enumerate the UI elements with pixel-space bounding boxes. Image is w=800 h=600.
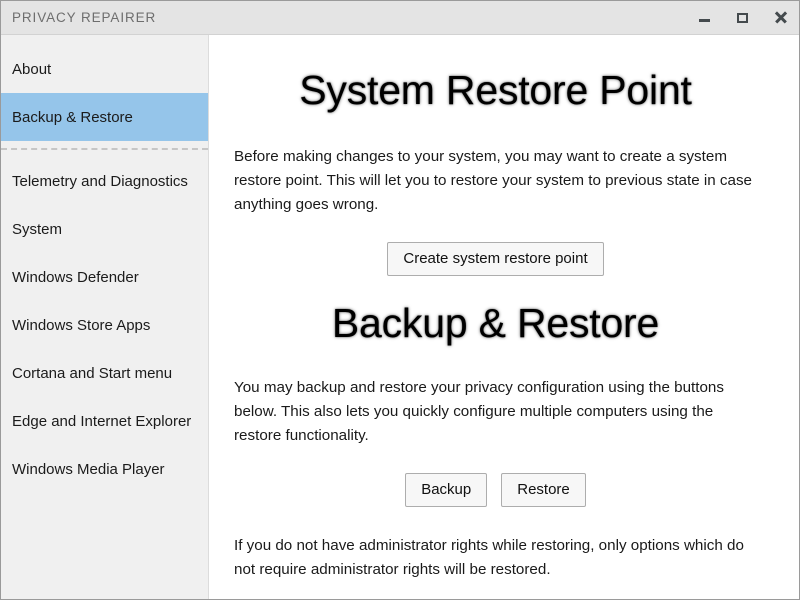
create-restore-point-row: Create system restore point	[234, 217, 757, 276]
close-icon	[774, 11, 787, 24]
system-restore-point-heading: System Restore Point	[299, 67, 692, 113]
window-body: About Backup & Restore Telemetry and Dia…	[1, 35, 799, 599]
sidebar-item-label: Telemetry and Diagnostics	[12, 172, 188, 190]
sidebar-item-about[interactable]: About	[1, 45, 208, 93]
sidebar-item-label: Cortana and Start menu	[12, 364, 173, 382]
sidebar-item-label: Backup & Restore	[12, 108, 133, 126]
sidebar-item-label: Windows Media Player	[12, 460, 165, 478]
restore-button[interactable]: Restore	[501, 473, 586, 507]
app-window: PRIVACY REPAIRER About Backup & Restore	[0, 0, 800, 600]
backup-button[interactable]: Backup	[405, 473, 488, 507]
sidebar-item-system[interactable]: System	[1, 205, 208, 253]
sidebar-item-backup-restore[interactable]: Backup & Restore	[1, 93, 208, 141]
close-button[interactable]	[761, 1, 799, 34]
backup-restore-heading: Backup & Restore	[331, 300, 660, 346]
create-system-restore-point-button[interactable]: Create system restore point	[387, 242, 604, 276]
window-title: PRIVACY REPAIRER	[12, 10, 157, 25]
minimize-button[interactable]	[685, 1, 723, 34]
sidebar-item-label: Edge and Internet Explorer	[12, 412, 192, 430]
sidebar-item-windows-defender[interactable]: Windows Defender	[1, 253, 208, 301]
sidebar-separator	[1, 148, 208, 150]
minimize-icon	[698, 19, 710, 22]
sidebar-navigation: About Backup & Restore Telemetry and Dia…	[1, 35, 209, 599]
sidebar-item-label: About	[12, 60, 52, 78]
sidebar-item-edge-and-internet-explorer[interactable]: Edge and Internet Explorer	[1, 397, 208, 445]
main-content: System Restore Point Before making chang…	[209, 35, 799, 599]
sidebar-item-windows-store-apps[interactable]: Windows Store Apps	[1, 301, 208, 349]
backup-restore-button-row: Backup Restore	[234, 448, 757, 507]
sidebar-item-telemetry-and-diagnostics[interactable]: Telemetry and Diagnostics	[1, 157, 208, 205]
maximize-button[interactable]	[723, 1, 761, 34]
sidebar-item-windows-media-player[interactable]: Windows Media Player	[1, 445, 208, 493]
backup-restore-description: You may backup and restore your privacy …	[234, 379, 724, 444]
administrator-rights-note: If you do not have administrator rights …	[234, 537, 744, 578]
title-bar: PRIVACY REPAIRER	[1, 1, 799, 35]
sidebar-item-label: System	[12, 220, 63, 238]
maximize-icon	[736, 12, 748, 23]
sidebar-item-cortana-and-start-menu[interactable]: Cortana and Start menu	[1, 349, 208, 397]
system-restore-point-description: Before making changes to your system, yo…	[234, 148, 753, 213]
window-controls	[685, 1, 799, 34]
sidebar-item-label: Windows Store Apps	[12, 316, 151, 334]
sidebar-item-label: Windows Defender	[12, 268, 139, 286]
